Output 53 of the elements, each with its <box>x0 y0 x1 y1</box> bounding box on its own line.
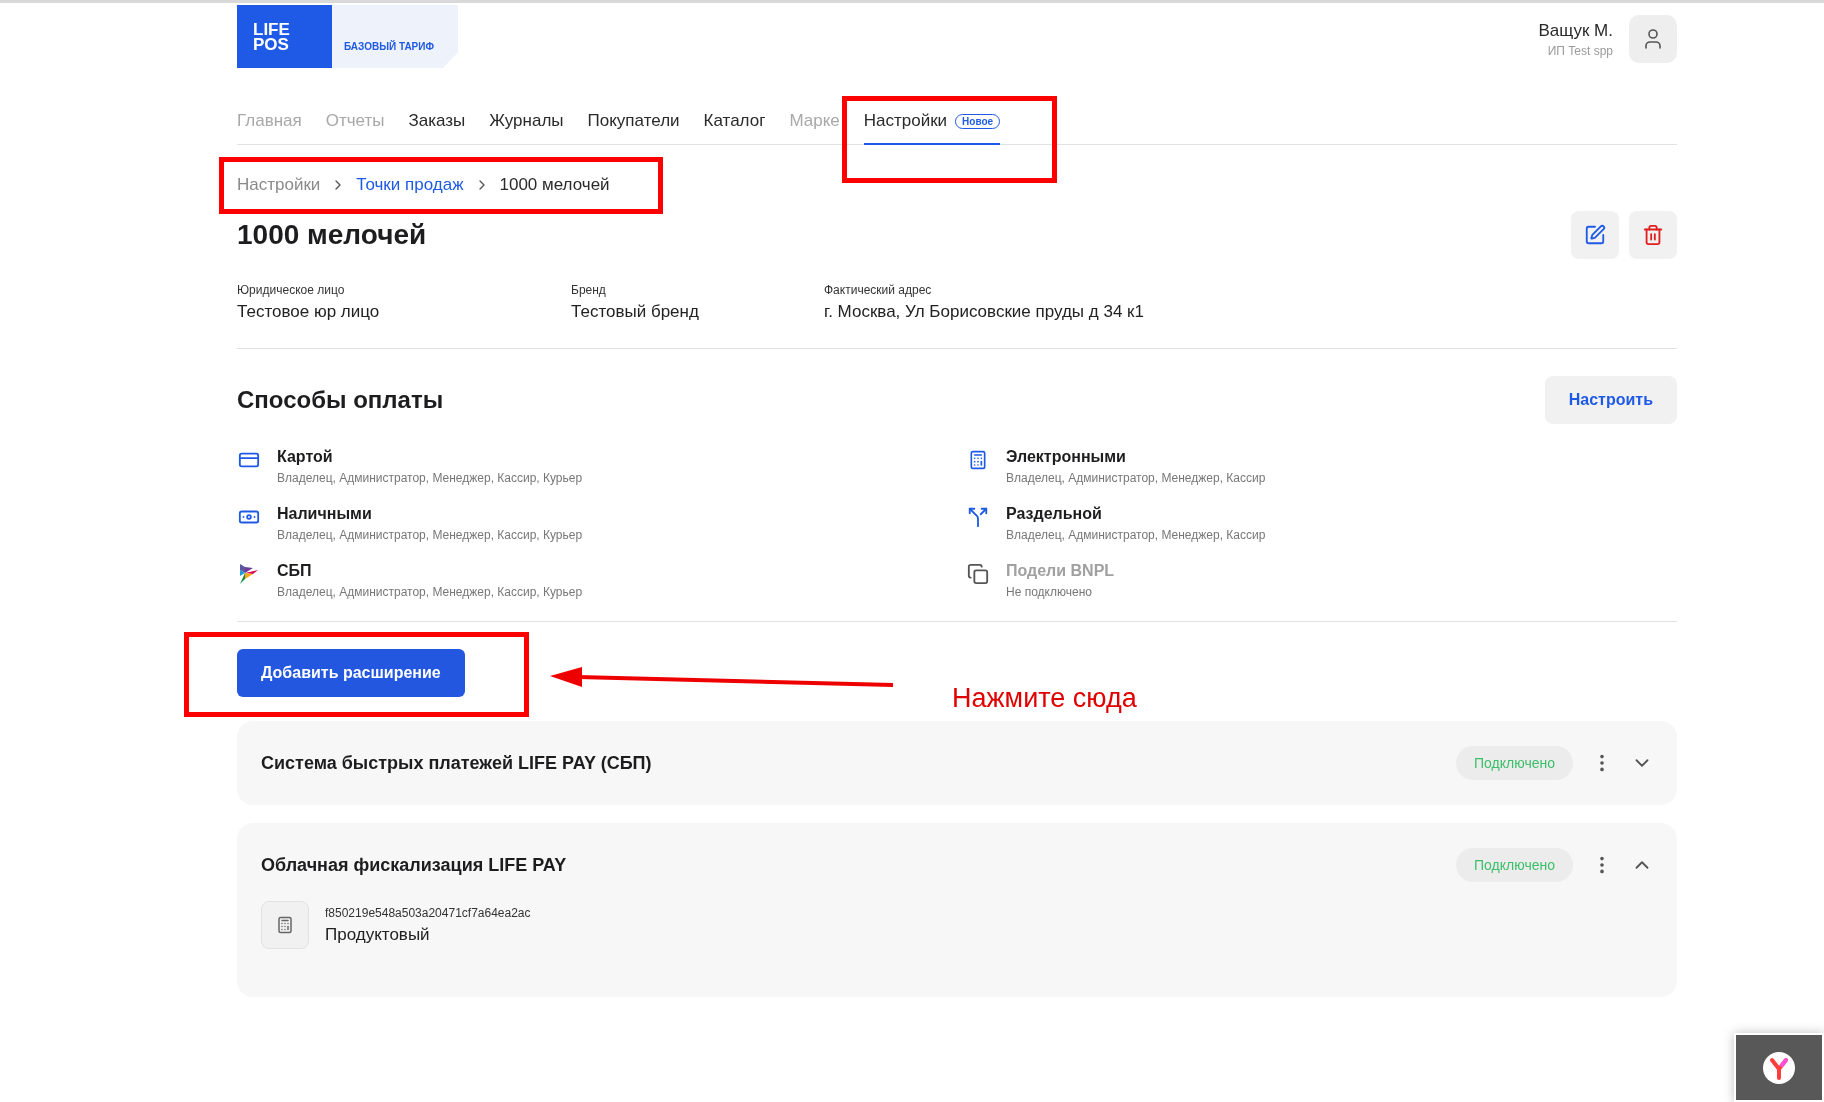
payment-method-name: Картой <box>277 448 334 466</box>
payment-method-name: Электронными <box>1006 448 1127 466</box>
extension-title: Облачная фискализация LIFE PAY <box>261 854 567 876</box>
nav-tab[interactable]: Настройки Новое <box>863 111 1001 145</box>
logo[interactable]: LIFE POS <box>237 5 332 68</box>
plan-label: БАЗОВЫЙ ТАРИФ <box>332 5 458 68</box>
info-label: Бренд <box>571 283 607 297</box>
split-arrow-icon <box>967 506 989 528</box>
status-badge: Подключено <box>1456 746 1573 780</box>
browser-logo-icon <box>1763 1051 1795 1084</box>
nav-tab[interactable]: Заказы <box>408 111 466 145</box>
configure-button[interactable]: Настроить <box>1544 376 1677 424</box>
breadcrumb-current: 1000 мелочей <box>499 175 610 195</box>
section-title: Способы оплаты <box>237 386 444 414</box>
trash-icon <box>1642 224 1664 246</box>
avatar-button[interactable] <box>1629 15 1677 63</box>
edit-icon <box>1584 224 1606 246</box>
extension-title: Система быстрых платежей LIFE PAY (СБП) <box>261 752 652 774</box>
payment-method-name: Раздельной <box>1006 505 1103 523</box>
edit-button[interactable] <box>1571 211 1619 259</box>
calculator-icon <box>968 450 988 470</box>
nav-tab[interactable]: Каталог <box>703 111 766 145</box>
payment-method-roles: Владелец, Администратор, Менеджер, Кассир, Курьер <box>277 471 583 485</box>
payment-method-name: СБП <box>277 562 313 580</box>
add-extension-button[interactable]: Добавить расширение <box>237 649 465 697</box>
device-id: f850219e548a503a20471cf7a64ea2ac <box>325 905 531 920</box>
info-value: Тестовое юр лицо <box>237 302 381 322</box>
user-name: Ващук М. <box>1538 20 1613 41</box>
breadcrumb-link[interactable]: Настройки <box>237 175 321 195</box>
payment-method-roles: Не подключено <box>1006 585 1093 599</box>
payment-method-name: Наличными <box>277 505 373 523</box>
status-badge: Подключено <box>1456 848 1573 882</box>
copy-icon <box>967 563 989 585</box>
user-org: ИП Test spp <box>1547 43 1613 58</box>
browser-widget[interactable] <box>1734 1033 1824 1102</box>
payment-method-roles: Владелец, Администратор, Менеджер, Кассир <box>1006 528 1266 542</box>
payment-method-name: Подели BNPL <box>1006 562 1115 580</box>
info-value: Тестовый бренд <box>571 302 700 322</box>
info-value: г. Москва, Ул Борисовские пруды д 34 к1 <box>824 302 1144 322</box>
payment-method-roles: Владелец, Администратор, Менеджер, Кассир, Курьер <box>277 585 583 599</box>
delete-button[interactable] <box>1629 211 1677 259</box>
payment-method-roles: Владелец, Администратор, Менеджер, Кассир <box>1006 471 1266 485</box>
info-label: Юридическое лицо <box>237 283 346 297</box>
page-title: 1000 мелочей <box>237 219 427 251</box>
payment-method-roles: Владелец, Администратор, Менеджер, Кассир, Курьер <box>277 528 583 542</box>
device-name: Продуктовый <box>325 924 431 945</box>
annotation-text: Нажмите сюда <box>952 683 1137 714</box>
nav-tab[interactable]: Покупатели <box>587 111 680 145</box>
breadcrumb-link[interactable]: Точки продаж <box>356 175 464 195</box>
sbp-logo-icon <box>239 563 259 585</box>
info-label: Фактический адрес <box>824 283 933 297</box>
calculator-icon <box>261 901 309 949</box>
nav-tab[interactable]: Журналы <box>489 111 564 145</box>
